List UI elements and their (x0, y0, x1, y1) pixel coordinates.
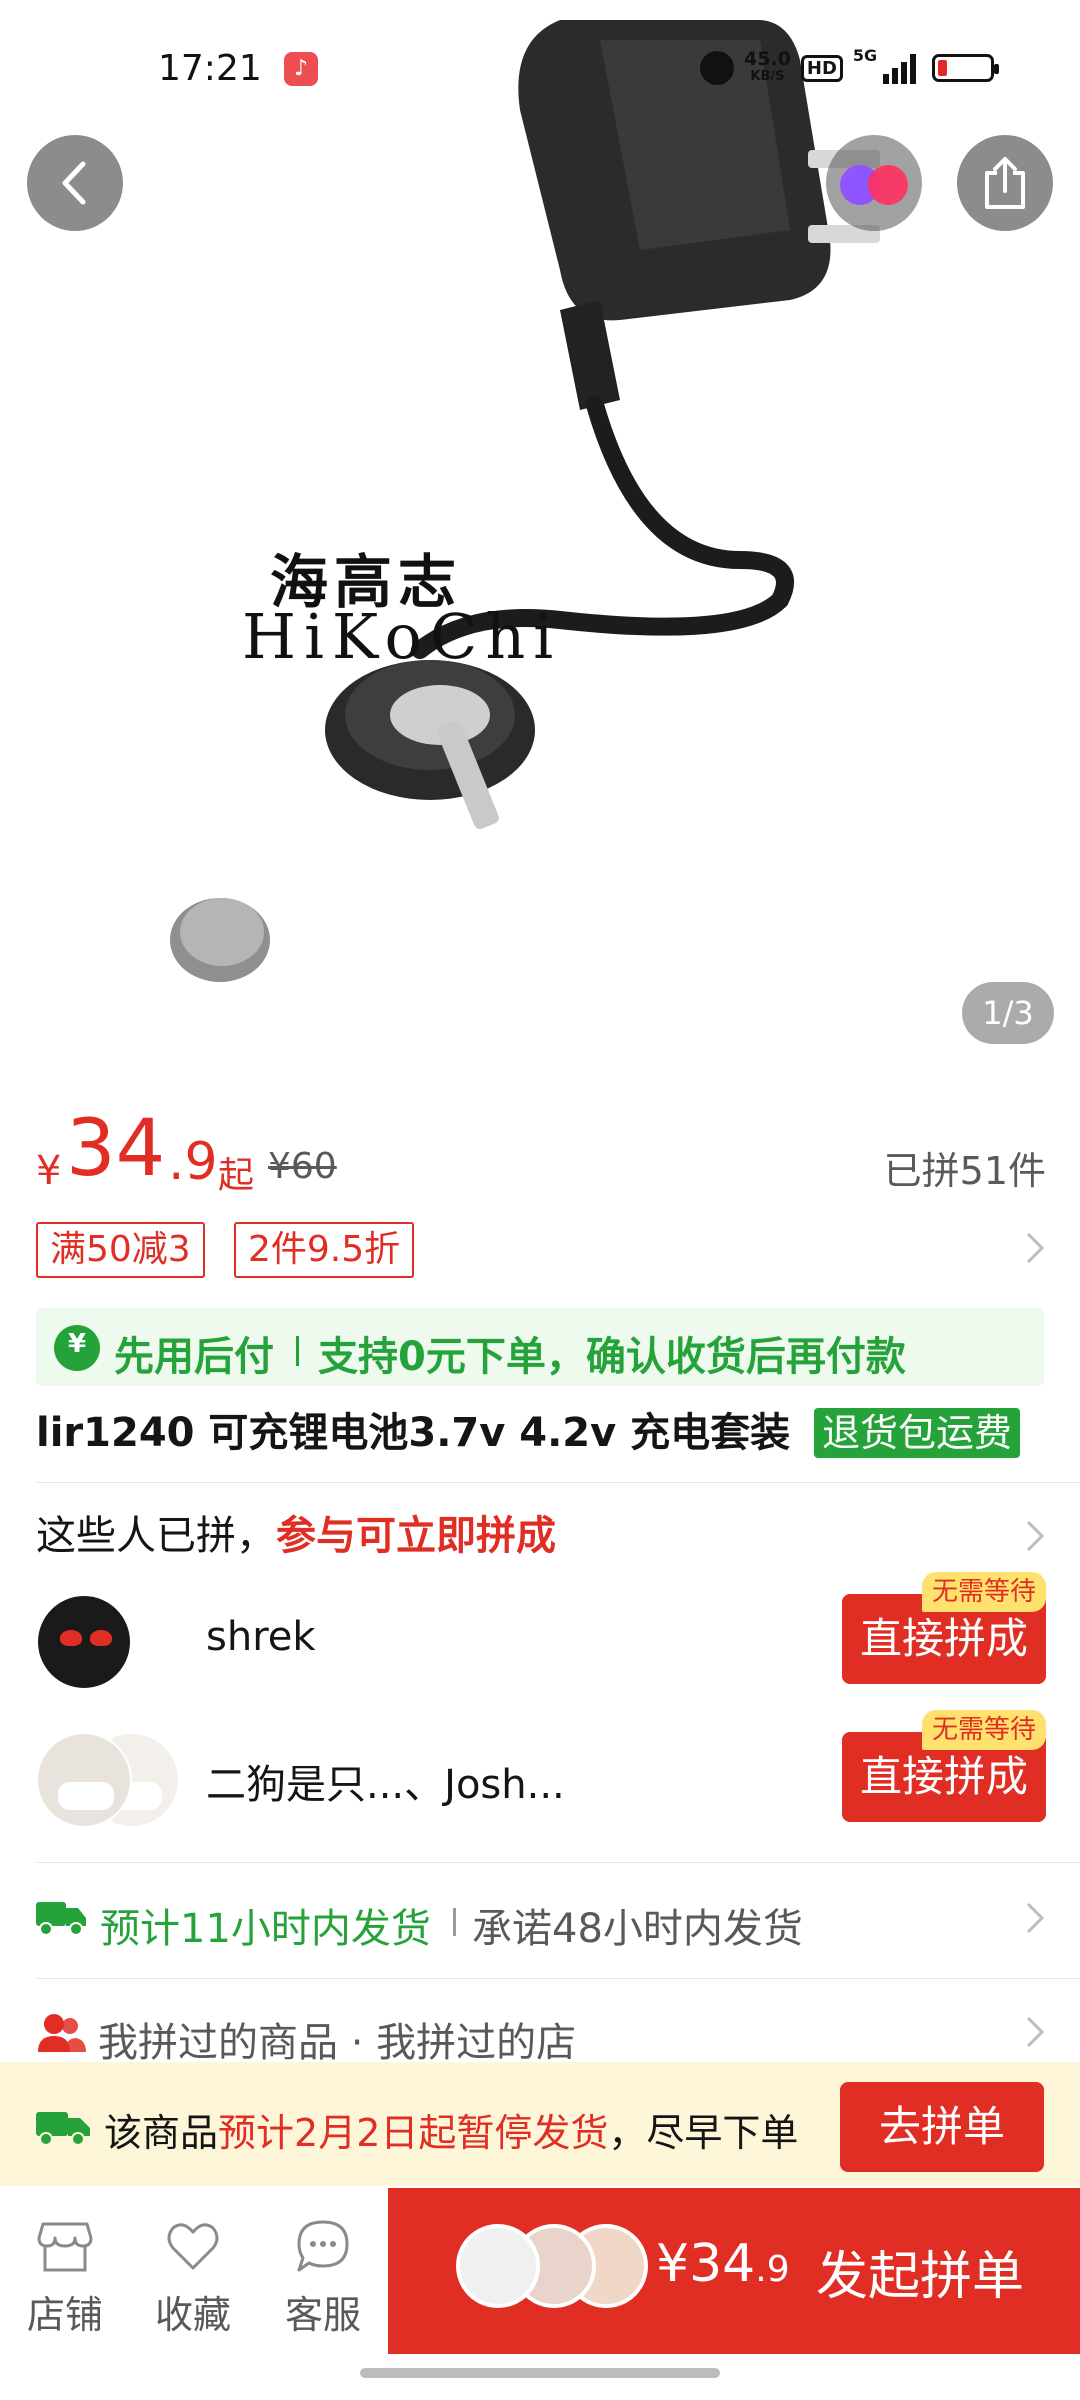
status-indicators: 45.0 KB/S HD 5G (700, 46, 1000, 90)
notice-highlight: 预计2月2日起暂停发货 (218, 2111, 609, 2155)
avatar-eye (90, 1630, 112, 1646)
shipping-notice-bar: 该商品预计2月2日起暂停发货，尽早下单 去拼单 (0, 2062, 1080, 2186)
product-image (170, 20, 880, 982)
no-wait-tag: 无需等待 (921, 1710, 1046, 1750)
price-currency: ¥ (36, 1148, 62, 1194)
brand-icon-part (868, 165, 908, 205)
pay-later-title: 先用后付 (114, 1334, 274, 1380)
price-integer: 34 (66, 1104, 166, 1194)
group-row: 二狗是只...、Josh... 无需等待 直接拼成 (36, 1710, 1046, 1828)
return-shipping-badge: 退货包运费 (814, 1408, 1021, 1458)
shipping-row[interactable]: 预计11小时内发货 承诺48小时内发货 (36, 1886, 1046, 1952)
hd-badge: HD (800, 54, 843, 82)
truck-icon (36, 2112, 90, 2146)
coupon-row[interactable]: 满50减3 2件9.5折 (36, 1222, 1046, 1278)
start-group-buy-button[interactable]: ¥34.9 发起拼单 (388, 2188, 1080, 2354)
price-row: ¥ 34 .9 起 ¥60 已拼51件 (36, 1110, 1046, 1200)
battery-icon (932, 54, 1000, 82)
avatar (456, 2224, 540, 2308)
notice-suffix: ，尽早下单 (608, 2111, 799, 2155)
group-row: shrek 无需等待 直接拼成 (36, 1572, 1046, 1690)
store-icon (37, 2222, 93, 2272)
group-buy-title-prefix: 这些人已拼， (36, 1513, 276, 1559)
people-icon (38, 2014, 86, 2052)
buy-price: ¥34.9 (656, 2234, 790, 2294)
buy-price-currency: ¥ (656, 2234, 690, 2294)
brand-button[interactable] (826, 135, 922, 231)
chat-icon (297, 2220, 349, 2272)
status-bar: 17:21 ♪ 45.0 KB/S HD 5G (0, 0, 1080, 140)
avatar (36, 1594, 132, 1690)
avatar (36, 1732, 132, 1828)
divider (453, 1908, 456, 1936)
notice-prefix: 该商品 (104, 2111, 219, 2155)
truck-icon (36, 1902, 86, 1936)
image-page-indicator: 1/3 (962, 982, 1054, 1044)
network-speed-value: 45.0 (744, 48, 791, 70)
favorite-tab[interactable]: 收藏 (138, 2218, 248, 2358)
heart-icon (167, 2223, 219, 2270)
pay-later-desc: 支持0元下单，确认收货后再付款 (318, 1334, 906, 1380)
price-suffix: 起 (218, 1155, 255, 1196)
store-label: 店铺 (26, 2293, 103, 2337)
status-time: 17:21 (158, 48, 262, 89)
service-label: 客服 (284, 2293, 361, 2337)
buy-price-integer: 34 (689, 2234, 756, 2294)
product-title-row: lir1240 可充锂电池3.7v 4.2v 充电套装 退货包运费 (36, 1400, 1046, 1466)
sold-count: 已拼51件 (883, 1149, 1046, 1193)
watermark-en: HiKoChi (242, 600, 562, 673)
shipping-promise: 承诺48小时内发货 (472, 1906, 803, 1952)
pay-later-banner[interactable]: 先用后付 支持0元下单，确认收货后再付款 (36, 1308, 1044, 1386)
group-member-name: 二狗是只...、Josh... (206, 1762, 565, 1808)
original-price: ¥60 (268, 1146, 337, 1187)
service-tab[interactable]: 客服 (268, 2218, 378, 2358)
chevron-right-icon (1026, 1902, 1045, 1934)
chevron-right-icon (1026, 2016, 1045, 2048)
price-decimal: .9 (168, 1132, 218, 1192)
go-group-button[interactable]: 去拼单 (840, 2082, 1044, 2172)
group-buy-title-highlight: 参与可立即拼成 (276, 1513, 556, 1559)
music-app-icon: ♪ (284, 52, 318, 86)
home-indicator[interactable] (360, 2368, 720, 2378)
network-speed-unit: KB/S (750, 69, 785, 84)
coupon-tag: 2件9.5折 (234, 1222, 415, 1278)
share-icon (985, 157, 1025, 209)
network-speed: 45.0 KB/S (744, 50, 791, 86)
store-tab[interactable]: 店铺 (10, 2218, 120, 2358)
no-wait-tag: 无需等待 (921, 1572, 1046, 1612)
buy-price-decimal: .9 (755, 2249, 790, 2290)
share-button[interactable] (957, 135, 1053, 231)
purchase-history-row[interactable]: 我拼过的商品 · 我拼过的店 (36, 2004, 1046, 2066)
chevron-right-icon (1026, 1232, 1045, 1264)
divider (36, 1862, 1080, 1863)
coupon-tag: 满50减3 (36, 1222, 205, 1278)
divider (36, 1978, 1080, 1979)
group-buy-title: 这些人已拼，参与可立即拼成 (36, 1506, 1046, 1566)
divider (296, 1336, 299, 1366)
chevron-right-icon (1026, 1520, 1045, 1552)
purchase-history-text: 我拼过的商品 · 我拼过的店 (98, 2020, 577, 2066)
back-button[interactable] (27, 135, 123, 231)
group-buy-header[interactable]: 这些人已拼，参与可立即拼成 (36, 1506, 1046, 1566)
pay-later-icon (54, 1325, 100, 1371)
notice-text: 该商品预计2月2日起暂停发货，尽早下单 (104, 2102, 798, 2157)
group-member-name: shrek (206, 1614, 316, 1660)
avatar-eye (60, 1630, 82, 1646)
divider (36, 1482, 1080, 1483)
chevron-left-icon (62, 161, 86, 205)
signal-icon (883, 52, 917, 84)
alarm-icon (700, 51, 734, 85)
network-type: 5G (852, 46, 878, 65)
product-image-gallery[interactable]: 海高志 HiKoChi 17:21 ♪ 45.0 KB/S HD 5G 1/3 (0, 0, 1080, 1060)
shipping-estimate: 预计11小时内发货 (100, 1906, 431, 1952)
buy-label: 发起拼单 (816, 2247, 1025, 2307)
favorite-label: 收藏 (154, 2293, 231, 2337)
